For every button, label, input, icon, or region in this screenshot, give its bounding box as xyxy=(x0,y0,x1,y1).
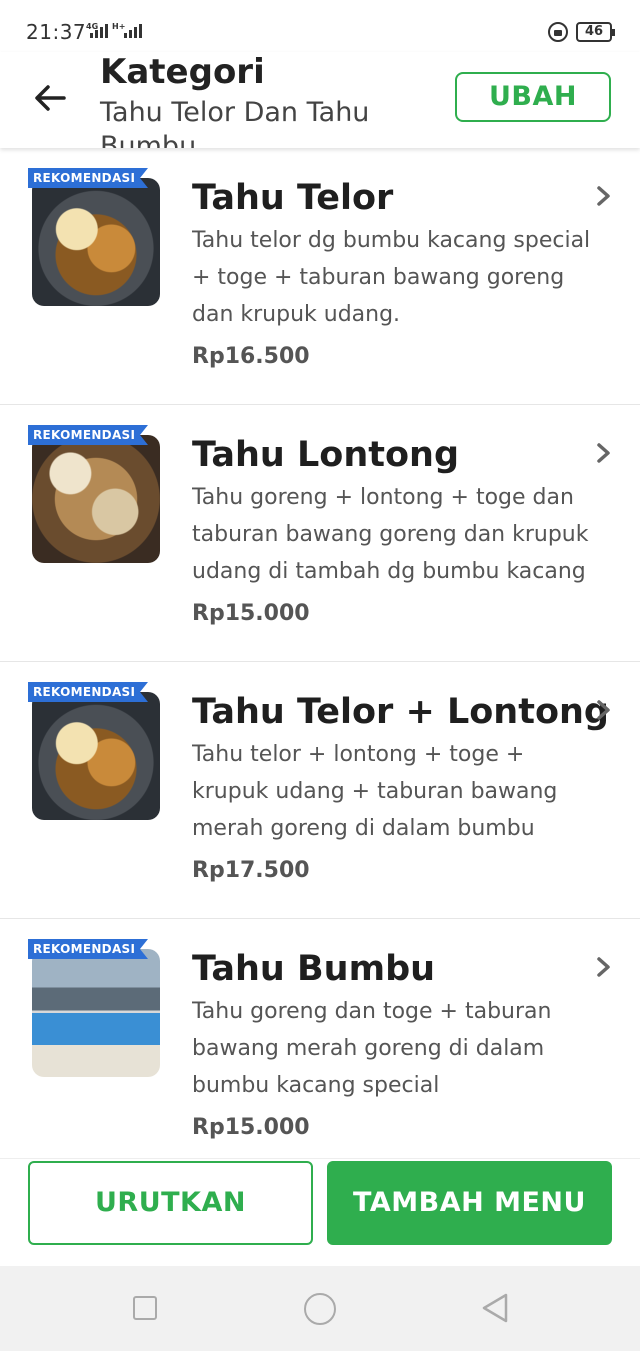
item-price: Rp15.000 xyxy=(192,601,310,626)
item-description: Tahu telor dg bumbu kacang special + tog… xyxy=(192,228,591,327)
list-item[interactable]: REKOMENDASI Tahu Telor + Lontong Tahu te… xyxy=(0,662,640,919)
recommendation-badge: REKOMENDASI xyxy=(28,425,149,445)
signal-icon-2 xyxy=(124,22,142,38)
back-button[interactable] xyxy=(30,78,70,118)
sort-button[interactable]: URUTKAN xyxy=(28,1161,313,1245)
menu-list: REKOMENDASI Tahu Telor Tahu telor dg bum… xyxy=(0,148,640,1158)
item-name: Tahu Lontong xyxy=(192,435,460,475)
item-description: Tahu goreng dan toge + taburan bawang me… xyxy=(192,999,552,1098)
item-image xyxy=(32,435,160,563)
chevron-right-icon xyxy=(597,700,610,720)
chevron-right-icon xyxy=(597,443,610,463)
recent-apps-icon[interactable] xyxy=(133,1296,157,1320)
recommendation-badge: REKOMENDASI xyxy=(28,682,149,702)
recommendation-badge: REKOMENDASI xyxy=(28,168,149,188)
item-name: Tahu Telor + Lontong xyxy=(192,692,609,732)
item-price: Rp16.500 xyxy=(192,344,310,369)
item-price: Rp17.500 xyxy=(192,858,310,883)
recommendation-badge: REKOMENDASI xyxy=(28,939,149,959)
back-triangle-icon[interactable] xyxy=(480,1292,510,1324)
battery-icon: 46 xyxy=(576,22,615,42)
item-image xyxy=(32,178,160,306)
category-name: Tahu Telor Dan Tahu Bumbu xyxy=(100,97,370,148)
status-time: 21:37 xyxy=(26,20,87,44)
edit-button[interactable]: UBAH xyxy=(455,72,611,122)
item-description: Tahu telor + lontong + toge + krupuk uda… xyxy=(192,742,558,841)
list-item[interactable]: REKOMENDASI Tahu Bumbu Tahu goreng dan t… xyxy=(0,919,640,1158)
header: Kategori Tahu Telor Dan Tahu Bumbu UBAH xyxy=(0,52,640,148)
item-name: Tahu Bumbu xyxy=(192,949,436,989)
add-menu-button[interactable]: TAMBAH MENU xyxy=(327,1161,612,1245)
lock-icon xyxy=(548,22,568,42)
page-title: Kategori xyxy=(100,52,265,92)
chevron-right-icon xyxy=(597,186,610,206)
status-bar: 21:37 4G H+ 46 xyxy=(0,0,640,52)
chevron-right-icon xyxy=(597,957,610,977)
home-icon[interactable] xyxy=(304,1293,336,1325)
item-image xyxy=(32,692,160,820)
list-item[interactable]: REKOMENDASI Tahu Lontong Tahu goreng + l… xyxy=(0,405,640,662)
signal-icon xyxy=(90,22,108,38)
system-nav-bar xyxy=(0,1266,640,1351)
item-price: Rp15.000 xyxy=(192,1115,310,1140)
list-item[interactable]: REKOMENDASI Tahu Telor Tahu telor dg bum… xyxy=(0,148,640,405)
item-image xyxy=(32,949,160,1077)
item-name: Tahu Telor xyxy=(192,178,394,218)
item-description: Tahu goreng + lontong + toge dan taburan… xyxy=(192,485,589,584)
arrow-left-icon xyxy=(35,85,66,111)
bottom-actions: URUTKAN TAMBAH MENU xyxy=(0,1158,640,1266)
